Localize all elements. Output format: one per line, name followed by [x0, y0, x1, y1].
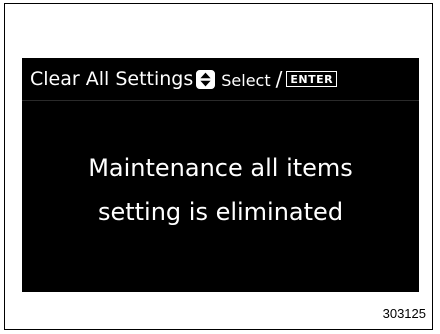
up-down-arrows-icon	[196, 69, 216, 89]
hint-separator: /	[275, 67, 283, 91]
screen-header: Clear All Settings Select / ENTER	[22, 58, 419, 101]
message-line-1: Maintenance all items	[88, 153, 353, 182]
status-message: Maintenance all items setting is elimina…	[22, 101, 419, 292]
message-line-2: setting is eliminated	[97, 197, 344, 226]
figure-frame: Clear All Settings Select / ENTER Mainte…	[4, 3, 433, 330]
screen-title: Clear All Settings	[30, 67, 194, 90]
figure-number: 303125	[382, 306, 426, 321]
enter-key-icon: ENTER	[286, 71, 338, 87]
select-hint-label: Select	[221, 70, 271, 90]
display-screen: Clear All Settings Select / ENTER Mainte…	[22, 58, 419, 292]
